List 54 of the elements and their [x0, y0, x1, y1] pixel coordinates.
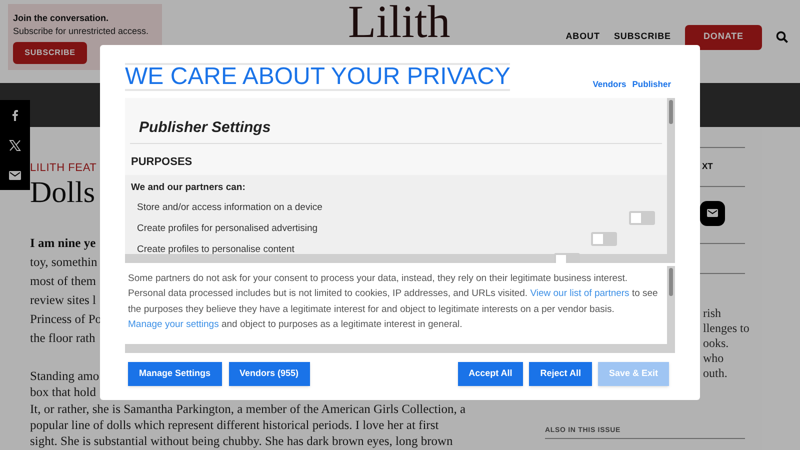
- share-mail-button[interactable]: [700, 200, 725, 226]
- sidebar-text: outh.: [703, 366, 728, 381]
- donate-button[interactable]: DONATE: [685, 24, 762, 50]
- dialog-button[interactable]: Reject All: [529, 362, 592, 386]
- body-text: most of them: [30, 273, 96, 290]
- sidebar-text: who: [703, 350, 725, 366]
- logo[interactable]: Lilith: [348, 0, 450, 44]
- notice-text: Some partners do not ask for your consent to process your data, instead, they rely on their legitimate business interest. Personal data processed includes but is not limited to cookies, IP addresses, and URLs visited. View our list of partners to see the purposes they believe they have a legitimate interest for and object to legitimate interests on a per vendor basis. Manage your settings and object to purposes as a legitimate interest in general.: [127, 272, 659, 332]
- tab-link[interactable]: Publisher: [632, 78, 671, 91]
- nav-link[interactable]: SUBSCRIBE: [614, 30, 671, 44]
- mail-icon: [707, 209, 718, 218]
- purposes-intro: We and our partners can:: [131, 180, 246, 194]
- toggle-switch[interactable]: [591, 232, 617, 246]
- facebook-icon[interactable]: [12, 110, 18, 121]
- dialog-button: Save & Exit: [598, 362, 669, 386]
- body-text: Standing amo: [30, 368, 100, 384]
- purposes-heading: PURPOSES: [130, 155, 194, 170]
- purpose-label: Create profiles for personalised advertising: [136, 222, 318, 236]
- nav-link[interactable]: ABOUT: [566, 30, 600, 44]
- body-text: It, or rather, she is Samantha Parkington, a member of the American Girls Collection, a: [30, 400, 466, 417]
- dialog-button[interactable]: Accept All: [458, 362, 524, 386]
- body-text: popular line of dolls which represent different historical periods. I love her at first: [30, 416, 439, 434]
- promo-heading: Join the conversation.: [13, 12, 110, 24]
- body-text: box that hold: [30, 384, 96, 401]
- purpose-label: Create profiles to personalise content: [136, 242, 294, 257]
- x-icon[interactable]: [9, 140, 21, 152]
- promo-text: Subscribe for unrestricted access.: [13, 25, 150, 38]
- subscribe-button[interactable]: SUBSCRIBE: [13, 42, 87, 64]
- dialog-title: WE CARE ABOUT YOUR PRIVACY: [125, 63, 510, 91]
- toggle-switch[interactable]: [629, 210, 655, 225]
- sidebar-text: ooks.: [703, 336, 730, 351]
- toggle-switch[interactable]: [554, 252, 580, 263]
- body-text: review sites l: [30, 292, 96, 309]
- dialog-button[interactable]: Manage Settings: [128, 362, 222, 386]
- text-link[interactable]: Manage your settings: [128, 318, 219, 330]
- scrollbar[interactable]: [125, 344, 675, 353]
- purpose-label: Store and/or access information on a device: [136, 200, 322, 215]
- article-kicker: LILITH FEAT: [30, 161, 97, 175]
- body-text: sight. She is substantial without being chubby. She has dark brown eyes, long brown: [30, 433, 453, 450]
- scrollbar[interactable]: [667, 266, 675, 344]
- section-title: Publisher Settings: [139, 119, 271, 136]
- sidebar-heading: XT: [702, 160, 713, 173]
- dialog-button[interactable]: Vendors (955): [228, 362, 310, 386]
- scrollbar[interactable]: [667, 98, 675, 254]
- scrollbar[interactable]: [125, 254, 675, 263]
- tab-link[interactable]: Vendors: [592, 78, 626, 91]
- body-text: toy, somethin: [30, 254, 98, 271]
- body-text: I am nine ye: [30, 235, 96, 252]
- article-title: Dolls: [30, 175, 96, 211]
- search-icon[interactable]: [776, 31, 788, 43]
- mail-icon[interactable]: [9, 171, 21, 180]
- sidebar-text: rish: [703, 306, 722, 321]
- body-text: the floor rath: [30, 330, 96, 347]
- text-link[interactable]: View our list of partners: [530, 288, 630, 300]
